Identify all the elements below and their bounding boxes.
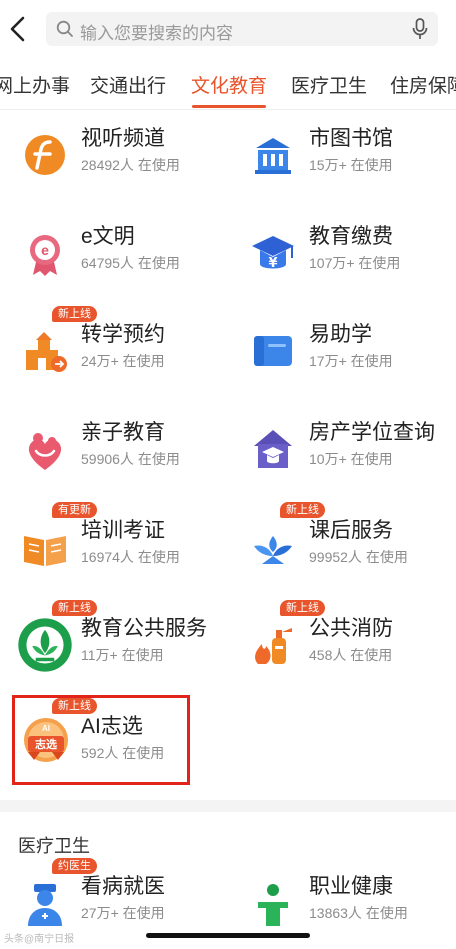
e-medal-icon: e: [30, 235, 60, 276]
service-house-degree-query[interactable]: 房产学位查询 10万+ 在使用: [228, 404, 456, 502]
service-transfer-appointment[interactable]: 新上线 转学预约 24万+ 在使用: [0, 306, 228, 404]
svg-text:e: e: [41, 242, 49, 258]
back-arrow-icon[interactable]: [6, 14, 30, 44]
open-book-icon: [24, 536, 66, 566]
home-indicator[interactable]: [146, 933, 310, 938]
tab-medical-health[interactable]: 医疗卫生: [291, 71, 367, 98]
active-tab-indicator: [192, 105, 266, 108]
search-bar[interactable]: 输入您要搜索的内容: [46, 12, 438, 46]
worker-health-icon: [258, 884, 288, 926]
watermark: 头条@南宁日报: [4, 934, 75, 945]
service-education-fees[interactable]: ¥ 教育缴费 107万+ 在使用: [228, 208, 456, 306]
service-training-certificate[interactable]: 有更新 培训考证 16974人 在使用: [0, 502, 228, 600]
tab-transport[interactable]: 交通出行: [90, 71, 166, 98]
tab-culture-education[interactable]: 文化教育: [191, 71, 267, 98]
search-input[interactable]: 输入您要搜索的内容: [80, 19, 233, 44]
tab-housing[interactable]: 住房保障: [390, 71, 456, 98]
grad-cap-yuan-icon: ¥: [252, 236, 294, 271]
house-cap-icon: [254, 430, 292, 468]
service-after-school[interactable]: 新上线 课后服务 99952人 在使用: [228, 502, 456, 600]
microphone-icon[interactable]: [412, 18, 428, 40]
wallet-book-icon: [254, 336, 292, 366]
doctor-icon: [28, 884, 62, 926]
section-title-medical: 医疗卫生: [18, 836, 90, 856]
service-parent-child-education[interactable]: 亲子教育 59906人 在使用: [0, 404, 228, 502]
highlight-box: [12, 695, 190, 785]
parent-child-icon: [28, 433, 62, 470]
tab-online-services[interactable]: 网上办事: [0, 71, 70, 98]
f-logo-icon: [25, 135, 65, 175]
svg-text:¥: ¥: [268, 256, 277, 271]
section-divider: [0, 800, 456, 812]
top-bar: 输入您要搜索的内容: [0, 0, 456, 58]
category-tabs: 网上办事 交通出行 文化教育 医疗卫生 住房保障: [0, 58, 456, 110]
service-public-fire[interactable]: 新上线 公共消防 458人 在使用: [228, 600, 456, 698]
sprout-icon: [254, 536, 292, 564]
service-e-wenming[interactable]: e e文明 64795人 在使用: [0, 208, 228, 306]
education-seal-icon: [18, 618, 72, 672]
service-shiting-channel[interactable]: 视听频道 28492人 在使用: [0, 110, 228, 208]
service-city-library[interactable]: 市图书馆 15万+ 在使用: [228, 110, 456, 208]
library-icon: [255, 138, 291, 174]
school-transfer-icon: [26, 332, 67, 372]
search-icon: [56, 20, 73, 37]
service-education-public[interactable]: 新上线 教育公共服务 11万+ 在使用: [0, 600, 228, 698]
fire-extinguisher-icon: [255, 628, 292, 664]
service-yi-zhuxue[interactable]: 易助学 17万+ 在使用: [228, 306, 456, 404]
